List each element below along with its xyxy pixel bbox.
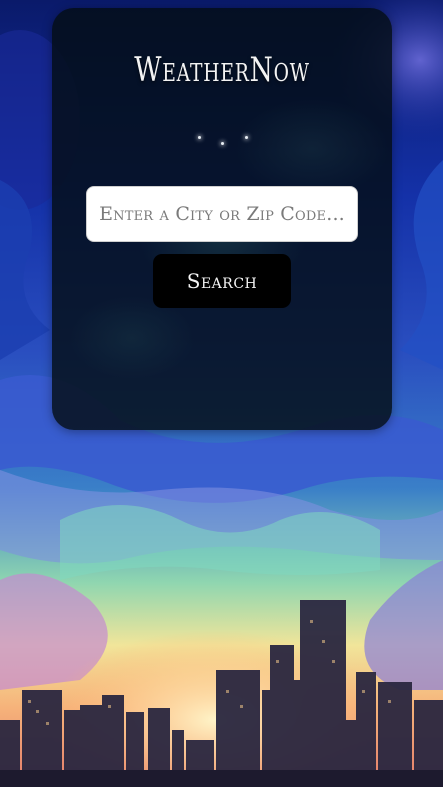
sparkle-dots-icon — [190, 132, 260, 154]
search-card: WeatherNow Search — [52, 8, 392, 430]
search-button[interactable]: Search — [153, 254, 291, 308]
app-title: WeatherNow — [134, 50, 310, 90]
search-input[interactable] — [86, 186, 358, 242]
